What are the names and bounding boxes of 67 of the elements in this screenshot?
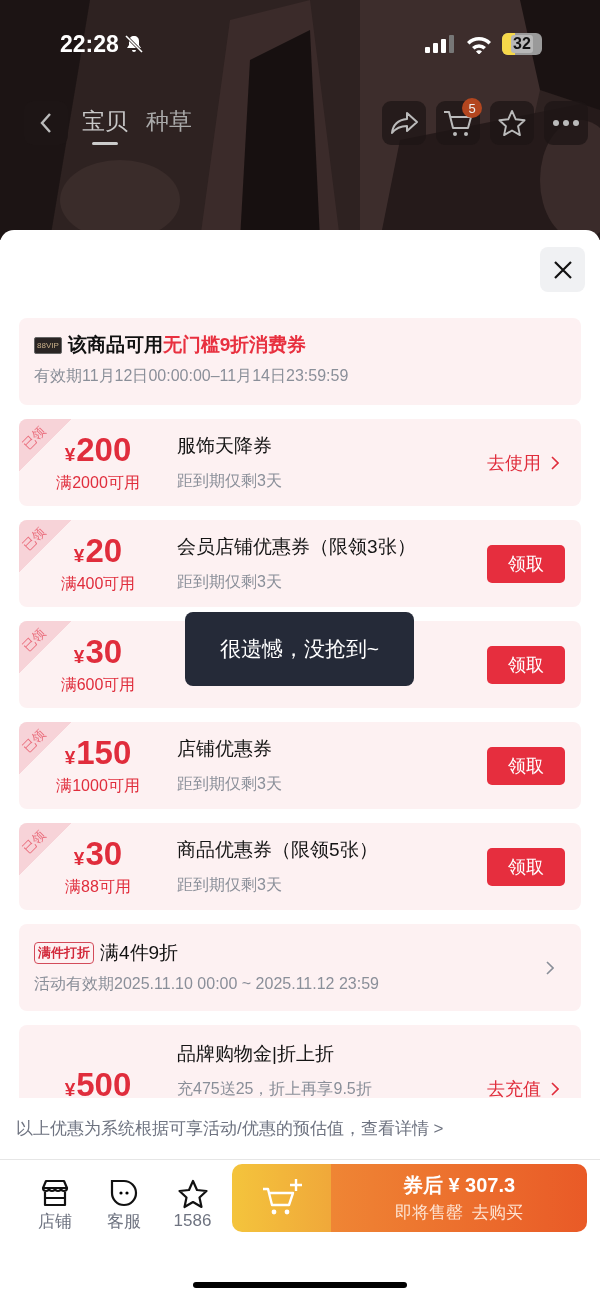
coupon-subtitle: 充475送25，折上再享9.5折 xyxy=(177,1079,373,1098)
vip-badge: 88VIP xyxy=(34,336,62,354)
back-icon xyxy=(40,112,52,134)
chevron-right-icon xyxy=(551,1082,559,1096)
activity-period: 活动有效期2025.11.10 00:00 ~ 2025.11.12 23:59 xyxy=(34,974,380,994)
cart-button[interactable]: 5 xyxy=(436,101,480,145)
favorite-button[interactable] xyxy=(490,101,534,145)
chevron-right-icon xyxy=(546,960,554,975)
coupon-title: 商品优惠券（限领5张） xyxy=(177,838,379,862)
coupon-amount: ¥30 xyxy=(73,835,123,874)
more-button[interactable] xyxy=(544,101,588,145)
coupon-amount: ¥500 xyxy=(64,1067,132,1098)
coupon-amount: ¥30 xyxy=(73,633,123,672)
bell-slash-icon xyxy=(123,34,144,54)
claim-button[interactable]: 领取 xyxy=(487,847,565,886)
status-time: 22:28 xyxy=(60,30,119,58)
bottom-bar-item[interactable]: 1586 xyxy=(158,1179,227,1231)
close-icon xyxy=(552,259,573,280)
claim-button[interactable]: 领取 xyxy=(487,544,565,583)
chevron-right-icon xyxy=(551,455,559,470)
coupon-title: 品牌购物金|折上折 xyxy=(177,1042,335,1066)
coupon-condition: 满600可用 xyxy=(60,674,136,695)
coupon-subtitle: 距到期仅剩3天 xyxy=(177,471,283,491)
activity-title: 满4件9折 xyxy=(100,941,179,965)
coupon-subtitle: 距到期仅剩3天 xyxy=(177,572,283,592)
activity-card[interactable]: 满件打折 满4件9折 活动有效期2025.11.10 00:00 ~ 2025.11.12 23:59 xyxy=(19,924,581,1011)
nav-tab[interactable]: 种草 xyxy=(142,101,196,145)
disclaimer-text: 以上优惠为系统根据可享活动/优惠的预估值，查看详情 > xyxy=(0,1098,600,1160)
coupon-title: 店铺优惠券 xyxy=(177,737,273,761)
coupon-title: 会员店铺优惠券（限领3张） xyxy=(177,535,417,559)
coupon-subtitle: 距到期仅剩3天 xyxy=(177,774,283,794)
star-icon xyxy=(497,109,527,137)
claimed-label: 已领 xyxy=(19,826,50,858)
battery-percentage: 32 xyxy=(511,35,533,53)
claimed-label: 已领 xyxy=(19,523,50,555)
more-icon xyxy=(552,119,580,127)
coupon-condition: 满88可用 xyxy=(65,876,131,897)
close-button[interactable] xyxy=(540,247,585,292)
coupon-link[interactable]: 去使用 xyxy=(487,450,559,475)
claimed-label: 已领 xyxy=(19,624,50,656)
claim-button[interactable]: 领取 xyxy=(487,746,565,785)
claimed-label: 已领 xyxy=(19,422,50,454)
share-button[interactable] xyxy=(382,101,426,145)
claim-button[interactable]: 领取 xyxy=(487,645,565,684)
coupon-title: 服饰天降券 xyxy=(177,434,273,458)
claimed-label: 已领 xyxy=(19,725,50,757)
toast-message: 很遗憾，没抢到~ xyxy=(185,612,414,686)
bottom-bar-item[interactable]: 店铺 xyxy=(20,1177,89,1233)
buy-now-button[interactable]: 券后 ¥ 307.3 即将售罄 去购买 xyxy=(331,1164,587,1232)
bottom-bar-item[interactable]: 客服 xyxy=(89,1177,158,1233)
chat-face-icon xyxy=(108,1177,139,1208)
coupon-subtitle: 距到期仅剩3天 xyxy=(177,875,283,895)
coupon-condition: 满1000可用 xyxy=(56,775,140,796)
star-icon xyxy=(176,1179,209,1209)
nav-tab[interactable]: 宝贝 xyxy=(78,101,132,145)
wifi-icon xyxy=(466,34,492,54)
signal-icon xyxy=(425,35,455,53)
share-icon xyxy=(389,110,419,136)
promo-validity: 有效期11月12日00:00:00–11月14日23:59:59 xyxy=(34,366,350,386)
coupon-amount: ¥20 xyxy=(73,532,123,571)
coupon-amount: ¥150 xyxy=(64,734,132,773)
promo-title: 该商品可用无门槛9折消费券 xyxy=(67,333,307,357)
coupon-link[interactable]: 去充值 xyxy=(487,1077,559,1098)
coupon-condition: 满2000可用 xyxy=(56,472,140,493)
coupon-condition: 满400可用 xyxy=(60,573,136,594)
activity-tag: 满件打折 xyxy=(34,942,94,964)
coupon-amount: ¥200 xyxy=(64,431,132,470)
